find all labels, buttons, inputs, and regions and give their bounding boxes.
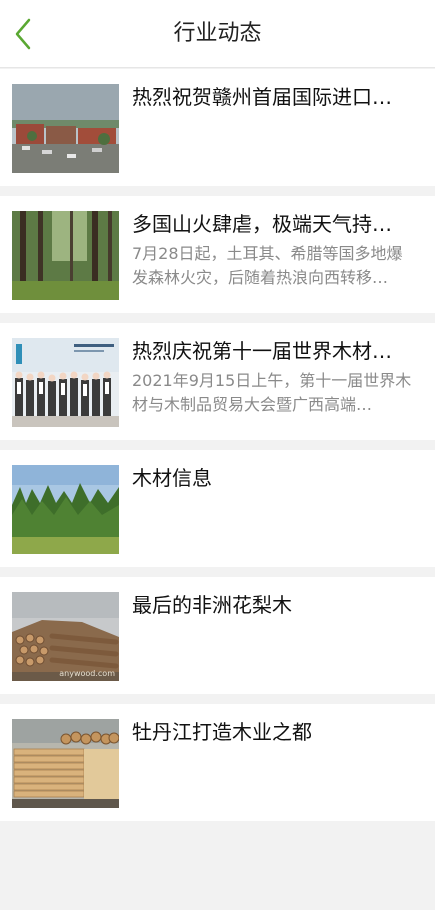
article-summary: 2021年9月15日上午，第十一届世界木材与木制品贸易大会暨广西高端… [132,371,412,414]
article-thumbnail [12,84,119,173]
article-title: 木材信息 [132,466,212,490]
article-item[interactable]: 木材信息 [0,450,435,567]
thumbnail-watermark: anywood.com [59,669,115,678]
article-list: 热烈祝贺赣州首届国际进口… 多国山火肆虐，极端天气持… 7月28日起，土耳其、希… [0,69,435,821]
article-thumbnail [12,211,119,300]
article-title: 牡丹江打造木业之都 [132,720,312,744]
article-thumbnail [12,719,119,808]
article-thumbnail [12,338,119,427]
article-title: 热烈庆祝第十一届世界木材… [132,339,392,363]
article-item[interactable]: 多国山火肆虐，极端天气持… 7月28日起，土耳其、希腊等国多地爆发森林火灾，后随… [0,196,435,313]
page-title: 行业动态 [173,21,262,46]
article-item[interactable]: 牡丹江打造木业之都 [0,704,435,821]
article-summary: 7月28日起，土耳其、希腊等国多地爆发森林火灾，后随着热浪向西转移… [132,244,403,287]
article-thumbnail: anywood.com [12,592,119,681]
article-title: 热烈祝贺赣州首届国际进口… [132,85,392,109]
article-title: 最后的非洲花梨木 [132,593,292,617]
top-nav-bar: 行业动态 [0,0,435,68]
article-item[interactable]: 热烈祝贺赣州首届国际进口… [0,69,435,186]
article-item[interactable]: anywood.com 最后的非洲花梨木 [0,577,435,694]
article-thumbnail [12,465,119,554]
article-title: 多国山火肆虐，极端天气持… [132,212,392,236]
article-item[interactable]: 热烈庆祝第十一届世界木材… 2021年9月15日上午，第十一届世界木材与木制品贸… [0,323,435,440]
